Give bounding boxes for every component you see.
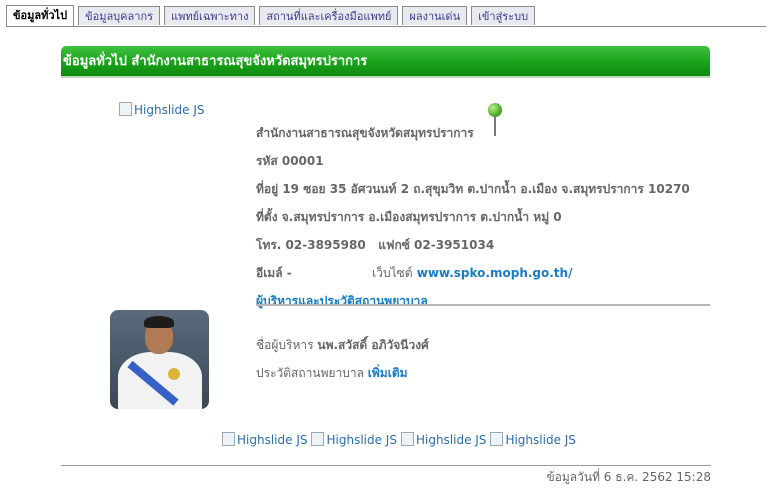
tab-divider	[6, 26, 766, 27]
section-header: ข้อมูลทั่วไป สำนักงานสาธารณสุขจังหวัดสมุ…	[61, 46, 710, 76]
org-address: ที่อยู่ 19 ซอย 35 อัศวนนท์ 2 ถ.สุขุมวิท …	[256, 182, 690, 196]
main-image-link[interactable]: Highslide JS	[119, 102, 204, 117]
footer-divider	[61, 465, 711, 466]
org-location: ที่ตั้ง จ.สมุทรปราการ อ.เมืองสมุทรปราการ…	[256, 210, 562, 224]
director-row: ชื่อผู้บริหาร นพ.สวัสดิ์ อภิวัจนีวงศ์	[256, 336, 429, 355]
director-photo	[110, 310, 209, 409]
gallery-image-link[interactable]: Highslide JS	[311, 432, 396, 447]
phone-number: โทร. 02-3895980	[256, 238, 366, 252]
gallery-image-link[interactable]: Highslide JS	[401, 432, 486, 447]
website-label: เว็บไซต์	[372, 266, 413, 280]
tab-bar: ข้อมูลทั่วไป ข้อมูลบุคลากร แพทย์เฉพาะทาง…	[6, 5, 536, 26]
history-row: ประวัติสถานพยาบาล เพิ่มเติม	[256, 364, 408, 383]
section-header-title: ข้อมูลทั่วไป สำนักงานสาธารณสุขจังหวัดสมุ…	[63, 54, 368, 69]
director-name: นพ.สวัสดิ์ อภิวัจนีวงศ์	[317, 338, 429, 352]
history-label: ประวัติสถานพยาบาล	[256, 366, 364, 380]
org-online: อีเมล์ - เว็บไซต์ www.spko.moph.go.th/	[256, 264, 572, 283]
gallery-image-link[interactable]: Highslide JS	[490, 432, 575, 447]
admin-section-divider	[256, 304, 710, 306]
gallery: Highslide JS Highslide JS Highslide JS H…	[222, 432, 576, 447]
director-label: ชื่อผู้บริหาร	[256, 338, 314, 352]
org-code: รหัส 00001	[256, 154, 324, 168]
tab-general-info[interactable]: ข้อมูลทั่วไป	[6, 5, 75, 26]
fax-number: แฟกซ์ 02-3951034	[378, 238, 495, 252]
tab-achievements[interactable]: ผลงานเด่น	[402, 6, 468, 25]
history-more-link[interactable]: เพิ่มเติม	[368, 366, 408, 380]
email-label: อีเมล์ -	[256, 266, 292, 280]
tab-facilities[interactable]: สถานที่และเครื่องมือแพทย์	[259, 6, 399, 25]
org-contact-numbers: โทร. 02-3895980 แฟกซ์ 02-3951034	[256, 236, 494, 255]
tab-login[interactable]: เข้าสู่ระบบ	[471, 6, 536, 25]
gallery-image-link[interactable]: Highslide JS	[222, 432, 307, 447]
map-pin-icon[interactable]	[487, 103, 503, 137]
admin-section-link[interactable]: ผู้บริหารและประวัติสถานพยาบาล	[256, 292, 428, 311]
org-name: สำนักงานสาธารณสุขจังหวัดสมุทรปราการ	[256, 126, 474, 140]
last-updated: ข้อมูลวันที่ 6 ธ.ค. 2562 15:28	[546, 470, 711, 484]
tab-personnel[interactable]: ข้อมูลบุคลากร	[78, 6, 161, 25]
website-link[interactable]: www.spko.moph.go.th/	[417, 266, 573, 280]
tab-specialists[interactable]: แพทย์เฉพาะทาง	[164, 6, 256, 25]
header-divider	[61, 76, 710, 78]
